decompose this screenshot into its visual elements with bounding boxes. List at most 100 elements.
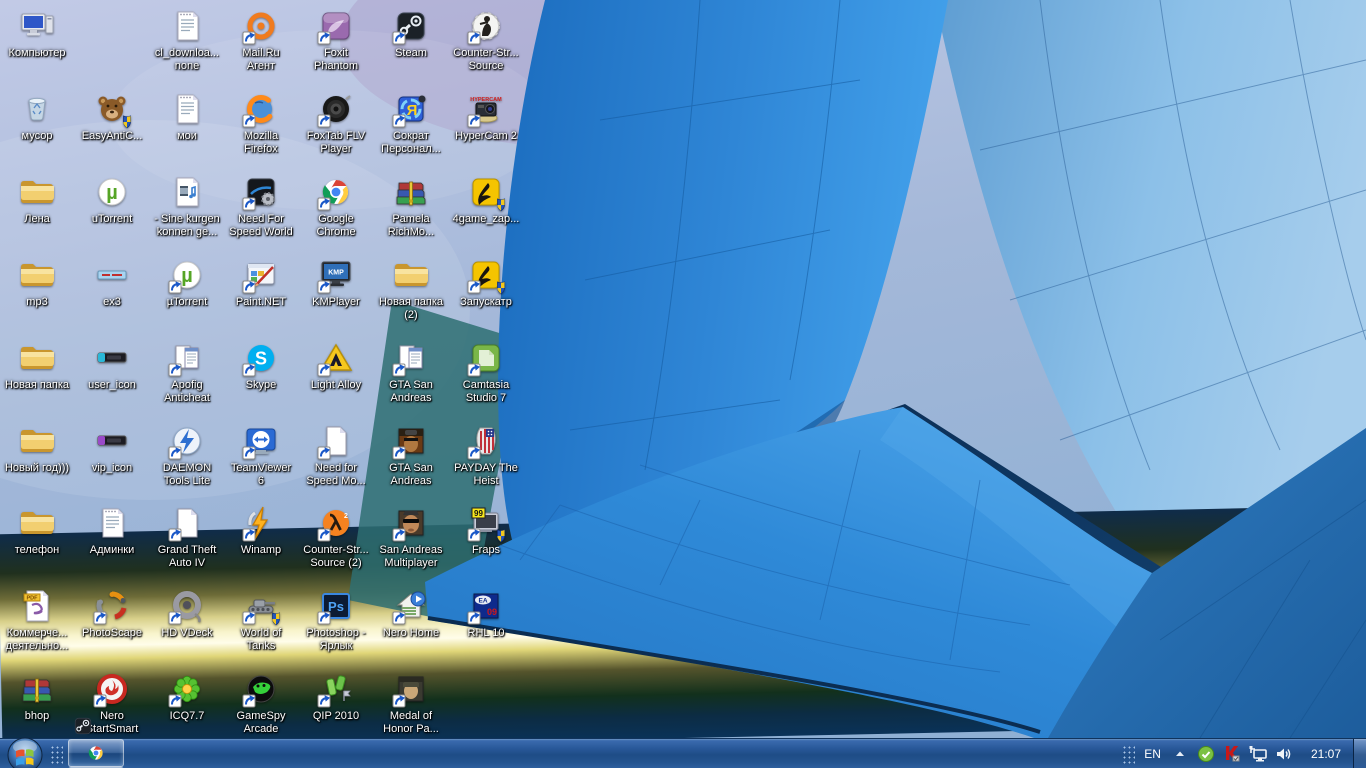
taskbar-drag-handle[interactable] (49, 743, 63, 764)
skype-status-icon[interactable] (1195, 743, 1217, 765)
desktop-icon-c2-r7[interactable]: Админки (75, 503, 149, 557)
desktop-icon-c4-r9[interactable]: GameSpy Arcade (224, 669, 298, 736)
desktop-icon-label: GameSpy Arcade (236, 710, 286, 735)
firefox-icon (241, 89, 281, 129)
shortcut-arrow-icon (242, 31, 256, 45)
desktop-icon-c2-r5[interactable]: user_icon (75, 338, 149, 392)
desktop-icon-c4-r5[interactable]: S Skype (224, 338, 298, 392)
desktop-icon-c6-r1[interactable]: Steam (374, 6, 448, 60)
language-indicator[interactable]: EN (1138, 747, 1167, 761)
desktop-icon-c6-r2[interactable]: Я Сократ Персонал... (374, 89, 448, 156)
desktop-icon-c7-r8[interactable]: EA 09 RHL 10 (449, 586, 523, 640)
desktop-icon-c3-r1[interactable]: cl_downloa... none (150, 6, 224, 73)
winamp-icon (241, 503, 281, 543)
desktop-icon-c3-r2[interactable]: мои (150, 89, 224, 143)
shortcut-arrow-icon (317, 611, 331, 625)
desktop-icon-label: Коммерче... деятельно... (5, 627, 69, 652)
show-desktop-button[interactable] (1353, 738, 1366, 768)
desktop-icon-c3-r3[interactable]: - Sine kurgen konnen ge... (150, 172, 224, 239)
desktop-icon-c7-r7[interactable]: 99 Fraps (449, 503, 523, 557)
desktop-icon-c2-r8[interactable]: PhotoScape (75, 586, 149, 640)
desktop-icon-c5-r1[interactable]: Foxit Phantom (299, 6, 373, 73)
desktop-icon-label: user_icon (88, 379, 136, 391)
desktop-icon-label: Light Alloy (310, 379, 362, 391)
shortcut-arrow-icon (168, 528, 182, 542)
desktop-icon-c6-r5[interactable]: GTA San Andreas (374, 338, 448, 405)
desktop-icon-c3-r4[interactable]: µ µTorrent (150, 255, 224, 309)
desktop-icon-label: Mozilla Firefox (243, 130, 279, 155)
svg-text:S: S (255, 349, 267, 369)
desktop-icon-c7-r5[interactable]: Camtasia Studio 7 (449, 338, 523, 405)
taskbar-button-steam[interactable] (68, 713, 98, 739)
desktop-icon-c1-r8[interactable]: PDF Коммерче... деятельно... (0, 586, 74, 653)
desktop-icon-c1-r9[interactable]: bhop (0, 669, 74, 723)
desktop-icon-c6-r6[interactable]: GTA San Andreas (374, 421, 448, 488)
desktop-icon-c4-r1[interactable]: Mail.Ru Агент (224, 6, 298, 73)
clock[interactable]: 21:07 (1297, 747, 1353, 761)
desktop-icon-c1-r3[interactable]: Лена (0, 172, 74, 226)
desktop-icon-c2-r6[interactable]: vip_icon (75, 421, 149, 475)
desktop-icon-c5-r9[interactable]: QIP 2010 (299, 669, 373, 723)
gamespy-icon (241, 669, 281, 709)
desktop-icon-c5-r7[interactable]: 2 Counter-Str... Source (2) (299, 503, 373, 570)
uac-shield-icon (497, 529, 505, 543)
desktop-icon-c1-r5[interactable]: Новая папка (0, 338, 74, 392)
teddy-icon (92, 89, 132, 129)
desktop-icon-label: HD VDeck (161, 627, 213, 639)
desktop-icon-c7-r3[interactable]: 4game_zap... (449, 172, 523, 226)
desktop-icon-c6-r4[interactable]: Новая папка (2) (374, 255, 448, 322)
desktop-icon-c1-r7[interactable]: телефон (0, 503, 74, 557)
desktop-icon-c5-r2[interactable]: FoxTab FLV Player (299, 89, 373, 156)
desktop-icon-c4-r6[interactable]: TeamViewer 6 (224, 421, 298, 488)
desktop-icon-c5-r6[interactable]: Need for Speed Mo... (299, 421, 373, 488)
medal-icon (391, 669, 431, 709)
desktop-icon-c7-r6[interactable]: PAYDAY The Heist (449, 421, 523, 488)
docwin-icon (167, 338, 207, 378)
desktop-icon-c4-r2[interactable]: Mozilla Firefox (224, 89, 298, 156)
tray-drag-handle[interactable] (1121, 743, 1136, 764)
desktop-icon-c2-r3[interactable]: µ uTorrent (75, 172, 149, 226)
desktop-icon-c3-r5[interactable]: Apofig Anticheat (150, 338, 224, 405)
desktop-icon-c7-r4[interactable]: Запускатр (449, 255, 523, 309)
desktop-icon-c7-r1[interactable]: Counter-Str... Source (449, 6, 523, 73)
start-button[interactable] (4, 734, 46, 768)
desktop-icon-label: Новая папка (4, 379, 70, 391)
desktop-icon-c2-r4[interactable]: ex3 (75, 255, 149, 309)
desktop-icon-c1-r6[interactable]: Новый год))) (0, 421, 74, 475)
desktop-icon-c4-r4[interactable]: Paint.NET (224, 255, 298, 309)
shortcut-arrow-icon (242, 114, 256, 128)
taskbar-button-google-chrome[interactable] (68, 738, 124, 767)
desktop-icon-c4-r3[interactable]: Need For Speed World (224, 172, 298, 239)
desktop-icon-c4-r7[interactable]: Winamp (224, 503, 298, 557)
desktop-icon-c1-r2[interactable]: мусор (0, 89, 74, 143)
desktop-icon-c3-r7[interactable]: Grand Theft Auto IV (150, 503, 224, 570)
network-icon[interactable] (1247, 743, 1269, 765)
desktop-icon-c7-r2[interactable]: HYPERCAM HyperCam 2 (449, 89, 523, 143)
desktop-icon-label: 4game_zap... (452, 213, 520, 225)
desktop-icon-c3-r8[interactable]: HD VDeck (150, 586, 224, 640)
desktop-icon-c6-r9[interactable]: Medal of Honor Pa... (374, 669, 448, 736)
desktop-icon-c1-r1[interactable]: Компьютер (0, 6, 74, 60)
desktop-icon-c5-r4[interactable]: KMP KMPlayer (299, 255, 373, 309)
desktop-icon-c6-r8[interactable]: Nero Home (374, 586, 448, 640)
shortcut-arrow-icon (317, 197, 331, 211)
folder-icon (391, 255, 431, 295)
desktop-icon-label: Mail.Ru Агент (242, 47, 280, 72)
desktop-icon-c6-r3[interactable]: Pamela RichMo... (374, 172, 448, 239)
desktop-icon-c5-r5[interactable]: Light Alloy (299, 338, 373, 392)
desktop-icon-c5-r3[interactable]: Google Chrome (299, 172, 373, 239)
shortcut-arrow-icon (467, 114, 481, 128)
shortcut-arrow-icon (467, 363, 481, 377)
desktop-icon-c5-r8[interactable]: Ps Photoshop - Ярлык (299, 586, 373, 653)
volume-icon[interactable] (1273, 743, 1295, 765)
desktop-icon-c3-r6[interactable]: DAEMON Tools Lite (150, 421, 224, 488)
desktop-icon-c1-r4[interactable]: mp3 (0, 255, 74, 309)
hidden-icons-arrow-icon[interactable] (1169, 743, 1191, 765)
desktop-icon-c4-r8[interactable]: World of Tanks (224, 586, 298, 653)
desktop-icon-label: uTorrent (91, 213, 133, 225)
desktop-icon-c3-r9[interactable]: ICQ7.7 (150, 669, 224, 723)
kaspersky-icon[interactable] (1221, 743, 1243, 765)
desktop-icon-c6-r7[interactable]: San Andreas Multiplayer (374, 503, 448, 570)
folder-icon (17, 172, 57, 212)
desktop-icon-c2-r2[interactable]: EasyAntiC... (75, 89, 149, 143)
